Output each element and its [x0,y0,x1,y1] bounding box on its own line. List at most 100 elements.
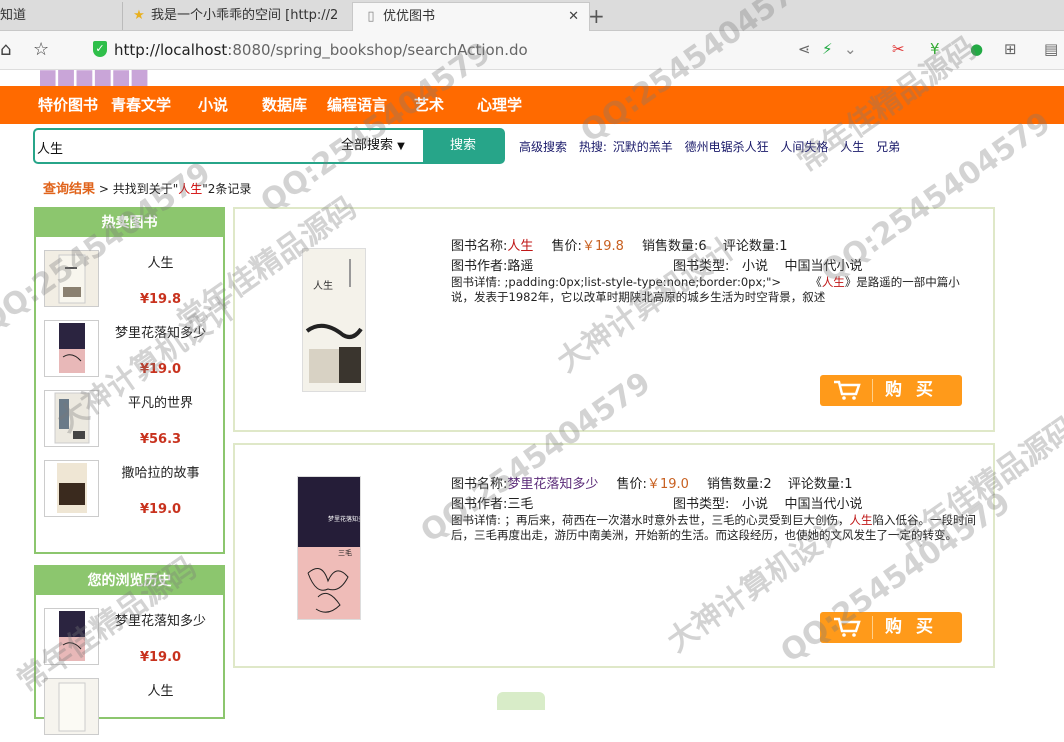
detail-text: ；再后来，荷西在一次潜水时意外去世，三毛的心灵受到巨大创伤， [500,513,850,527]
cover-title: 梦里花落知多少 [328,515,360,523]
bookmark-star-icon[interactable]: ☆ [33,39,49,60]
buy-button[interactable]: 购买 [820,612,962,643]
book-price: ¥56.3 [139,432,182,447]
nav-item-psychology[interactable]: 心理学 [477,86,522,124]
book-thumb[interactable] [44,250,99,307]
book-name[interactable]: 人生 [108,680,213,699]
coin-icon[interactable]: ¥ [930,40,940,58]
breadcrumb: 查询结果 > 共找到关于"人生"2条记录 [43,178,251,197]
result-card: 梦里花落知多少 三毛 图书名称:梦里花落知多少 售价:￥19.0 销售数量:2 … [233,443,995,668]
comment-count: 1 [844,477,853,492]
buy-label: 购买 [885,380,947,400]
detail-keyword: 人生 [821,275,845,289]
tab-title: 我是一个小乖乖的空间 [http://2 [151,8,339,23]
nav-item-database[interactable]: 数据库 [262,86,307,124]
book-name-link[interactable]: 梦里花落知多少 [507,477,598,492]
book-type: 小说 中国当代小说 [742,259,863,274]
book-price: ¥19.8 [139,292,182,307]
site-logo[interactable]: ▆▇▆▇▆▇ [40,70,200,86]
list-item[interactable]: 梦里花落知多少 ¥19.0 [36,314,223,384]
hot-term[interactable]: 人生 [840,140,864,154]
wechat-icon[interactable]: ● [970,40,983,58]
breadcrumb-sep: > [98,182,109,196]
browser-tab-bookshop[interactable]: ▯ 优优图书 ✕ [352,2,590,31]
qzone-star-icon: ★ [133,8,145,23]
book-cover[interactable]: 梦里花落知多少 三毛 [297,476,361,620]
security-shield-icon[interactable]: ✓ [93,41,107,57]
book-cover[interactable]: 人生 [302,248,366,392]
nav-item-youth[interactable]: 青春文学 [111,86,171,124]
book-thumb[interactable] [44,390,99,447]
tab-title: 知道 [0,8,27,23]
book-author: 路遥 [507,259,534,274]
hot-term[interactable]: 沉默的羔羊 [613,140,673,154]
result-card: 人生 图书名称:人生 售价:￥19.8 销售数量:6 评论数量:1 图书作者:路… [233,207,995,432]
book-price: ￥19.8 [581,239,624,254]
home-icon[interactable]: ⌂ [0,39,11,60]
book-thumb[interactable] [44,460,99,517]
browser-tab-strip: 知道 ★ 我是一个小乖乖的空间 [http://2 ▯ 优优图书 ✕ + [0,0,1064,31]
book-thumb[interactable] [44,320,99,377]
label-comments: 评论数量: [722,239,780,254]
nav-item-novel[interactable]: 小说 [198,86,228,124]
panel-title: 热卖图书 [36,209,223,237]
search-input[interactable] [35,130,329,164]
button-divider [872,616,873,639]
label-author: 图书作者: [451,497,508,512]
list-item[interactable]: 平凡的世界 ¥56.3 [36,384,223,454]
cart-icon [834,617,861,637]
nav-item-art[interactable]: 艺术 [414,86,444,124]
label-detail: 图书详情: [451,275,501,289]
book-name-link[interactable]: 人生 [507,239,533,254]
chevron-down-icon[interactable]: ⌄ [844,40,857,58]
search-button[interactable]: 搜索 [423,130,503,162]
label-type: 图书类型: [673,497,730,512]
share-icon[interactable]: ⋖ [798,40,811,58]
new-tab-icon[interactable]: + [588,2,605,30]
search-scope-select[interactable]: 全部搜索 ▼ [341,130,405,163]
comment-count: 1 [779,239,788,254]
tab-title: 优优图书 [383,9,436,24]
menu-icon[interactable]: ▤ [1044,40,1058,58]
pagination-button[interactable] [497,692,545,710]
list-item[interactable]: 人生 ¥19.8 [36,244,223,314]
list-item[interactable]: 梦里花落知多少 ¥19.0 [36,602,223,672]
hot-search-links: 高级搜索 热搜: 沉默的羔羊 德州电锯杀人狂 人间失格 人生 兄弟 [519,138,908,155]
apps-grid-icon[interactable]: ⊞ [1004,40,1017,58]
book-name[interactable]: 撒哈拉的故事 [108,462,213,481]
advanced-search-link[interactable]: 高级搜索 [519,140,567,154]
panel-title: 您的浏览历史 [36,567,223,595]
category-nav: 特价图书 青春文学 小说 数据库 编程语言 艺术 心理学 [0,86,1064,124]
scissors-icon[interactable]: ✂ [892,40,905,58]
cart-icon [834,380,861,400]
list-item[interactable]: 撒哈拉的故事 ¥19.0 [36,454,223,524]
close-tab-icon[interactable]: ✕ [568,3,579,31]
url-field[interactable]: http://localhost:8080/spring_bookshop/se… [114,41,528,59]
hot-term[interactable]: 人间失格 [780,140,828,154]
book-info: 图书名称:人生 售价:￥19.8 销售数量:6 评论数量:1 图书作者:路遥 图… [451,235,981,305]
sales-count: 2 [763,477,772,492]
book-name[interactable]: 梦里花落知多少 [108,610,213,629]
nav-item-programming[interactable]: 编程语言 [327,86,387,124]
lightning-icon[interactable]: ⚡ [822,40,833,58]
buy-button[interactable]: 购买 [820,375,962,406]
book-thumb[interactable] [44,608,99,665]
nav-item-special[interactable]: 特价图书 [38,86,98,124]
hot-term[interactable]: 德州电锯杀人狂 [685,140,769,154]
browser-tab-qzone[interactable]: ★ 我是一个小乖乖的空间 [http://2 [122,2,359,30]
book-info: 图书名称:梦里花落知多少 售价:￥19.0 销售数量:2 评论数量:1 图书作者… [451,473,981,543]
label-sales: 销售数量: [642,239,699,254]
buy-label: 购买 [885,617,947,637]
sales-count: 6 [698,239,707,254]
list-item[interactable]: 人生 [36,672,223,742]
book-name[interactable]: 梦里花落知多少 [108,322,213,341]
book-thumb[interactable] [44,678,99,735]
book-name[interactable]: 人生 [108,252,213,271]
hot-label: 热搜: [578,140,607,154]
label-price: 售价: [616,477,647,492]
label-detail: 图书详情: [451,513,501,527]
hot-term[interactable]: 兄弟 [876,140,900,154]
browser-tab-zhidao[interactable]: 知道 [0,2,118,30]
book-name[interactable]: 平凡的世界 [108,392,213,411]
book-type: 小说 中国当代小说 [742,497,863,512]
